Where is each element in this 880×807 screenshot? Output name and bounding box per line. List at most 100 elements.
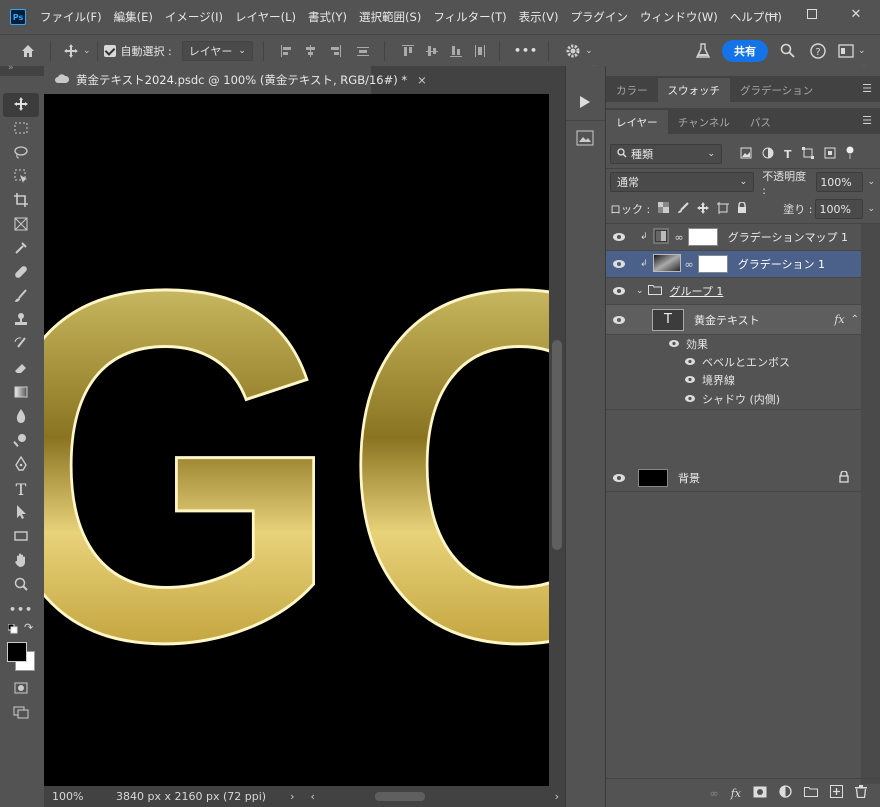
search-icon[interactable] xyxy=(780,43,795,58)
new-adjustment-icon[interactable] xyxy=(779,785,792,801)
filter-pixel-icon[interactable] xyxy=(740,147,752,162)
flask-icon[interactable] xyxy=(696,42,710,59)
menu-item[interactable]: 選択範囲(S) xyxy=(353,9,427,25)
add-mask-icon[interactable] xyxy=(753,786,767,801)
tab-swatches[interactable]: スウォッチ xyxy=(657,78,730,102)
share-button[interactable]: 共有 xyxy=(722,39,768,62)
align-right-icon[interactable] xyxy=(328,44,342,58)
align-top-icon[interactable] xyxy=(401,44,415,58)
eyedropper-tool[interactable] xyxy=(0,237,42,261)
maximize-button[interactable] xyxy=(792,0,832,28)
eye-icon[interactable] xyxy=(668,338,680,351)
screen-mode-button[interactable] xyxy=(0,701,42,725)
filter-adjustment-icon[interactable] xyxy=(762,147,774,162)
type-tool[interactable]: T xyxy=(0,477,42,501)
panel-menu-icon[interactable]: ☰ xyxy=(862,82,872,95)
healing-tool[interactable] xyxy=(0,261,42,285)
crop-tool[interactable] xyxy=(0,189,42,213)
gradient-tool[interactable] xyxy=(0,381,42,405)
menu-item[interactable]: 表示(V) xyxy=(513,9,565,25)
minimize-button[interactable]: — xyxy=(752,0,792,28)
status-arrow-icon[interactable]: › xyxy=(290,790,294,803)
default-colors-icon[interactable] xyxy=(7,623,18,634)
distribute-vertical-icon[interactable] xyxy=(473,44,487,58)
menu-item[interactable]: プラグイン xyxy=(564,9,634,25)
filter-toggle-icon[interactable] xyxy=(846,146,854,163)
close-window-button[interactable]: ✕ xyxy=(836,0,876,28)
move-tool-icon[interactable] xyxy=(63,43,79,59)
menu-item[interactable]: 書式(Y) xyxy=(302,9,353,25)
more-tools[interactable]: ••• xyxy=(0,597,42,621)
eye-icon[interactable] xyxy=(606,259,632,269)
zoom-level[interactable]: 100% xyxy=(52,790,102,803)
swap-colors-icon[interactable]: ↷ xyxy=(24,621,33,634)
chevron-down-icon[interactable]: ⌄ xyxy=(585,46,593,56)
effect-inner-shadow[interactable]: シャドウ (内側) xyxy=(606,389,861,410)
align-middle-icon[interactable] xyxy=(425,44,439,58)
lock-move-icon[interactable] xyxy=(697,201,710,217)
foreground-color-swatch[interactable] xyxy=(7,642,27,662)
menu-item[interactable]: フィルター(T) xyxy=(427,9,512,25)
auto-select-checkbox[interactable] xyxy=(103,44,116,57)
expand-left-icon[interactable]: » xyxy=(8,63,14,73)
chevron-up-icon[interactable]: ⌃ xyxy=(851,314,859,325)
eye-icon[interactable] xyxy=(684,393,696,406)
image-panel-icon[interactable] xyxy=(576,130,594,149)
more-options-icon[interactable]: ••• xyxy=(514,44,538,57)
canvas[interactable]: GO xyxy=(44,94,549,786)
effect-stroke[interactable]: 境界線 xyxy=(606,371,861,389)
distribute-icon[interactable] xyxy=(356,44,370,58)
menu-item[interactable]: レイヤー(L) xyxy=(229,9,302,25)
horizontal-scrollbar-thumb[interactable] xyxy=(374,792,425,801)
scrollbar-thumb[interactable] xyxy=(552,340,562,550)
add-style-icon[interactable]: fx xyxy=(731,787,741,800)
filter-kind-dropdown[interactable]: 種類 ⌄ xyxy=(610,144,722,164)
home-icon[interactable] xyxy=(20,43,36,59)
close-tab-icon[interactable]: × xyxy=(417,73,427,87)
lasso-tool[interactable] xyxy=(0,141,42,165)
brush-tool[interactable] xyxy=(0,285,42,309)
eye-icon[interactable] xyxy=(684,356,696,369)
workspace-icon[interactable] xyxy=(838,43,854,58)
layer-gradient[interactable]: ↲ ∞ グラデーション 1 xyxy=(606,251,861,278)
lock-all-icon[interactable] xyxy=(737,200,747,217)
frame-tool[interactable] xyxy=(0,213,42,237)
link-layers-icon[interactable]: ∞ xyxy=(710,787,719,800)
opacity-input[interactable]: 100% xyxy=(816,172,864,192)
align-bottom-icon[interactable] xyxy=(449,44,463,58)
fx-icon[interactable]: fx xyxy=(834,313,844,326)
hand-tool[interactable] xyxy=(0,549,42,573)
chevron-down-icon[interactable]: ⌄ xyxy=(636,286,644,296)
fill-input[interactable]: 100% xyxy=(815,199,864,219)
status-scroll-right-icon[interactable]: › xyxy=(555,790,559,803)
layer-background[interactable]: 背景 xyxy=(606,465,861,492)
blend-mode-dropdown[interactable]: 通常 ⌄ xyxy=(610,172,755,192)
history-brush-tool[interactable] xyxy=(0,333,42,357)
align-center-icon[interactable] xyxy=(304,44,318,58)
chevron-down-icon[interactable]: ⌄ xyxy=(867,177,875,187)
shape-tool[interactable] xyxy=(0,525,42,549)
gear-icon[interactable] xyxy=(565,43,581,59)
trash-icon[interactable] xyxy=(855,785,867,801)
eye-icon[interactable] xyxy=(606,232,632,242)
quick-mask-button[interactable] xyxy=(0,677,42,701)
chevron-down-icon[interactable]: ⌄ xyxy=(858,46,866,56)
tab-gradient[interactable]: グラデーション xyxy=(730,78,823,102)
lock-brush-icon[interactable] xyxy=(677,201,689,217)
auto-select-dropdown[interactable]: レイヤー ⌄ xyxy=(181,40,253,61)
layer-gradient-map[interactable]: ↲ ∞ グラデーションマップ 1 xyxy=(606,224,861,251)
filter-shape-icon[interactable] xyxy=(801,146,814,162)
move-tool[interactable] xyxy=(3,93,39,117)
align-left-icon[interactable] xyxy=(280,44,294,58)
panel-menu-icon[interactable]: ☰ xyxy=(862,114,872,127)
effects-row[interactable]: 効果 xyxy=(606,335,861,353)
eraser-tool[interactable] xyxy=(0,357,42,381)
lock-artboard-icon[interactable] xyxy=(717,201,730,217)
chevron-down-icon[interactable]: ⌄ xyxy=(867,204,875,214)
play-icon[interactable] xyxy=(576,94,592,113)
new-layer-icon[interactable] xyxy=(830,785,843,801)
menu-item[interactable]: 編集(E) xyxy=(108,9,159,25)
path-select-tool[interactable] xyxy=(0,501,42,525)
status-scroll-left-icon[interactable]: ‹ xyxy=(310,790,314,803)
new-group-icon[interactable] xyxy=(804,786,818,800)
